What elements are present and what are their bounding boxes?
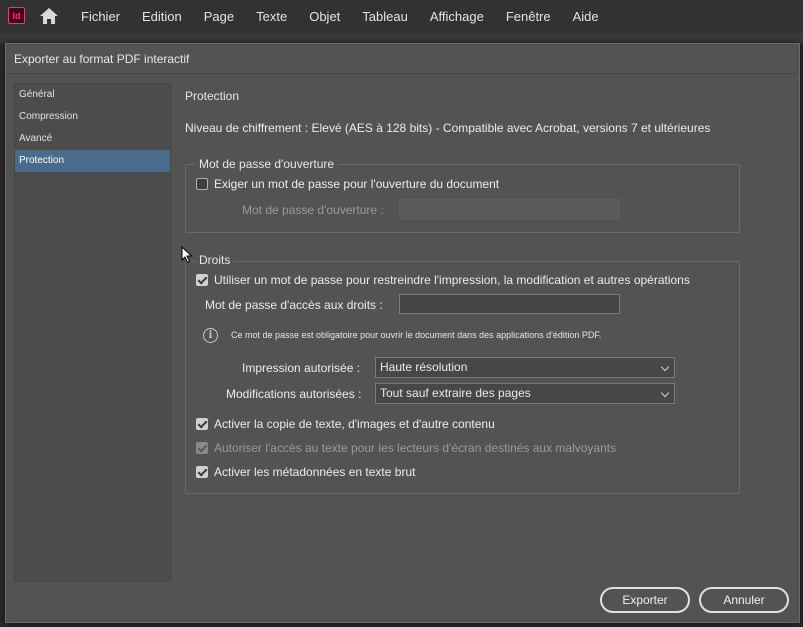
info-text: Ce mot de passe est obligatoire pour ouv… [231,330,602,340]
title-divider [6,73,799,74]
screen-reader-checkbox[interactable] [196,442,208,454]
printing-allowed-value: Haute résolution [380,360,468,374]
screen-reader-label: Autoriser l'accès au texte pour les lect… [214,441,617,455]
mouse-cursor-icon [181,246,193,264]
menu-aide[interactable]: Aide [562,0,610,33]
chevron-down-icon [660,362,670,372]
dialog-sidebar: Général Compression Avancé Protection [14,83,171,582]
dialog-title: Exporter au format PDF interactif [14,52,190,66]
rights-password-field-label: Mot de passe d'accès aux droits : [205,298,383,312]
copy-content-checkbox[interactable] [196,418,208,430]
metadata-label: Activer les métadonnées en texte brut [214,465,416,479]
menu-texte[interactable]: Texte [245,0,298,33]
menu-objet[interactable]: Objet [298,0,351,33]
restrict-password-checkbox[interactable] [196,274,208,286]
sidebar-item-compression[interactable]: Compression [15,106,170,128]
require-open-password-label: Exiger un mot de passe pour l'ouverture … [214,177,500,191]
menu-fenetre[interactable]: Fenêtre [495,0,562,33]
changes-allowed-value: Tout sauf extraire des pages [380,386,531,400]
printing-allowed-label: Impression autorisée : [242,361,361,375]
home-icon[interactable] [38,6,60,26]
rights-legend: Droits [195,253,235,267]
changes-allowed-label: Modifications autorisées : [226,387,362,401]
menu-edition[interactable]: Edition [131,0,193,33]
menu-fichier[interactable]: Fichier [70,0,131,33]
copy-content-label: Activer la copie de texte, d'images et d… [214,417,495,431]
export-pdf-dialog: Exporter au format PDF interactif Généra… [5,43,800,623]
encryption-level-text: Niveau de chiffrement : Elevé (AES à 128… [185,121,711,135]
rights-password-input[interactable] [399,294,620,314]
sidebar-item-general[interactable]: Général [15,84,170,106]
cancel-button[interactable]: Annuler [699,587,789,613]
metadata-checkbox[interactable] [196,466,208,478]
main-menu: Fichier Edition Page Texte Objet Tableau… [70,0,610,33]
changes-allowed-select[interactable]: Tout sauf extraire des pages [375,383,675,404]
indesign-logo-icon[interactable]: Id [8,7,25,24]
printing-allowed-select[interactable]: Haute résolution [375,357,675,378]
chevron-down-icon [660,388,670,398]
app-menubar: Id Fichier Edition Page Texte Objet Tabl… [0,0,803,33]
open-password-input[interactable] [399,199,620,219]
background-toolbar [0,33,803,43]
restrict-password-label: Utiliser un mot de passe pour restreindr… [214,273,690,287]
sidebar-item-protection[interactable]: Protection [15,150,170,172]
export-button[interactable]: Exporter [600,587,690,613]
menu-affichage[interactable]: Affichage [419,0,495,33]
open-password-legend: Mot de passe d'ouverture [195,157,339,171]
section-heading: Protection [185,89,240,103]
info-icon: i [203,328,218,343]
menu-tableau[interactable]: Tableau [351,0,419,33]
menu-page[interactable]: Page [193,0,245,33]
sidebar-item-avance[interactable]: Avancé [15,128,170,150]
require-open-password-checkbox[interactable] [196,178,208,190]
open-password-field-label: Mot de passe d'ouverture : [242,203,384,217]
